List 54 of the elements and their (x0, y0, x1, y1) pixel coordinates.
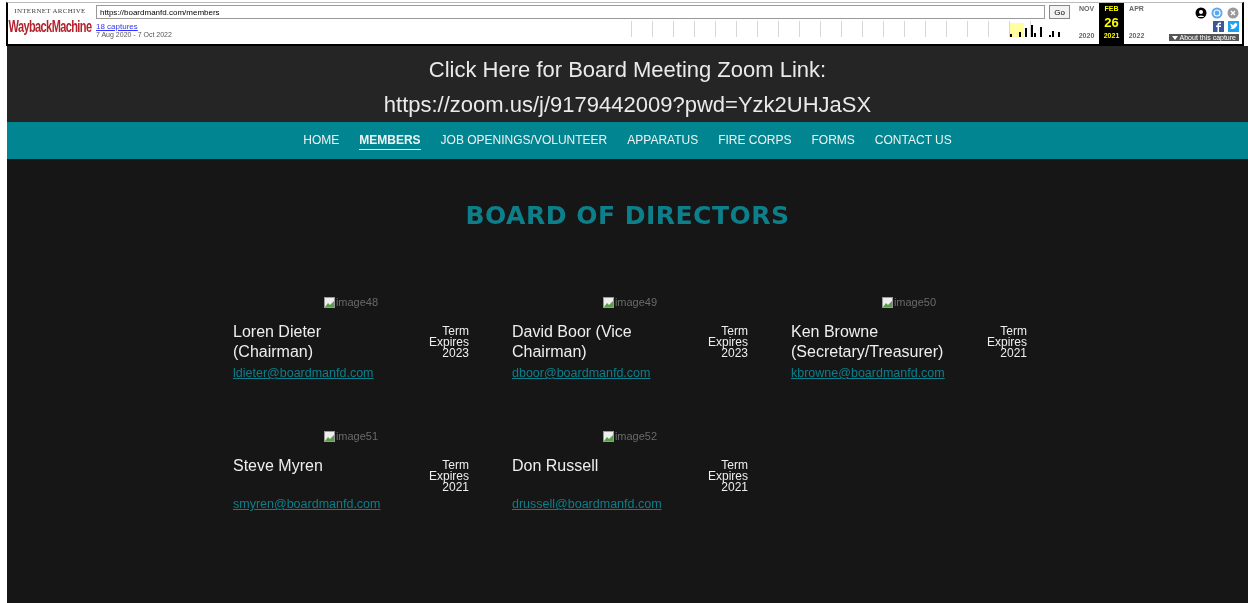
user-icon[interactable] (1195, 7, 1207, 19)
broken-image-icon (323, 430, 335, 442)
close-icon[interactable] (1227, 7, 1239, 19)
member-name: Steve Myren (233, 456, 324, 476)
go-button[interactable]: Go (1049, 5, 1070, 19)
url-field[interactable]: https://boardmanfd.com/members (96, 5, 1046, 19)
twitter-icon[interactable] (1228, 21, 1239, 32)
term-text: 2021 (1000, 348, 1027, 359)
section-heading: BOARD OF DIRECTORS (464, 201, 791, 230)
image-alt-text: image52 (614, 430, 658, 442)
nav-link[interactable]: HOME (303, 131, 340, 150)
member-name: Loren Dieter (Chairman) (233, 322, 323, 362)
email-link[interactable]: smyren@boardmanfd.com (233, 497, 469, 511)
member-name: David Boor (Vice Chairman) (512, 322, 633, 362)
term-text: 2023 (442, 348, 469, 359)
term-text: Expires (429, 337, 469, 348)
captures-link[interactable]: 18 captures (96, 22, 172, 31)
broken-image-icon (602, 430, 614, 442)
broken-image-icon (881, 296, 893, 308)
nav-link[interactable]: FORMS (811, 131, 855, 150)
term-text: Expires (429, 471, 469, 482)
term-text: 2021 (721, 482, 748, 493)
email-link[interactable]: dboor@boardmanfd.com (512, 366, 748, 380)
term-text: Term (442, 326, 469, 337)
nav-link[interactable]: MEMBERS (359, 131, 421, 150)
broken-image-icon (323, 296, 335, 308)
member-name: Ken Browne (Secretary/Treasurer) (791, 322, 945, 362)
nav-link[interactable]: CONTACT US (874, 131, 952, 150)
caret-icon (1171, 35, 1178, 40)
image-alt-text: image50 (893, 296, 937, 308)
zoom-link[interactable]: https://zoom.us/j/9179442009?pwd=Yzk2UHJaSX (383, 87, 872, 122)
email-link[interactable]: kbrowne@boardmanfd.com (791, 366, 1027, 380)
facebook-icon[interactable] (1213, 21, 1224, 32)
image-alt-text: image51 (335, 430, 379, 442)
term-text: Term (721, 460, 748, 471)
email-link[interactable]: ldieter@boardmanfd.com (233, 366, 469, 380)
nav-link[interactable]: JOB OPENINGS/VOLUNTEER (440, 131, 608, 150)
term-text: Expires (708, 471, 748, 482)
broken-image-icon (602, 296, 614, 308)
member-name: Don Russell (512, 456, 600, 476)
wayback-logo[interactable]: WaybackMachine (8, 17, 92, 35)
term-text: 2023 (721, 348, 748, 359)
term-text: Expires (987, 337, 1027, 348)
term-text: Term (1000, 326, 1027, 337)
image-alt-text: image48 (335, 296, 379, 308)
term-text: Expires (708, 337, 748, 348)
email-link[interactable]: drussell@boardmanfd.com (512, 497, 748, 511)
nav-link[interactable]: APPARATUS (627, 131, 699, 150)
term-text: 2021 (442, 482, 469, 493)
nav-link[interactable]: FIRE CORPS (718, 131, 792, 150)
zoom-link[interactable]: Click Here for Board Meeting Zoom Link: (428, 52, 827, 87)
term-text: Term (721, 326, 748, 337)
image-alt-text: image49 (614, 296, 658, 308)
term-text: Term (442, 460, 469, 471)
